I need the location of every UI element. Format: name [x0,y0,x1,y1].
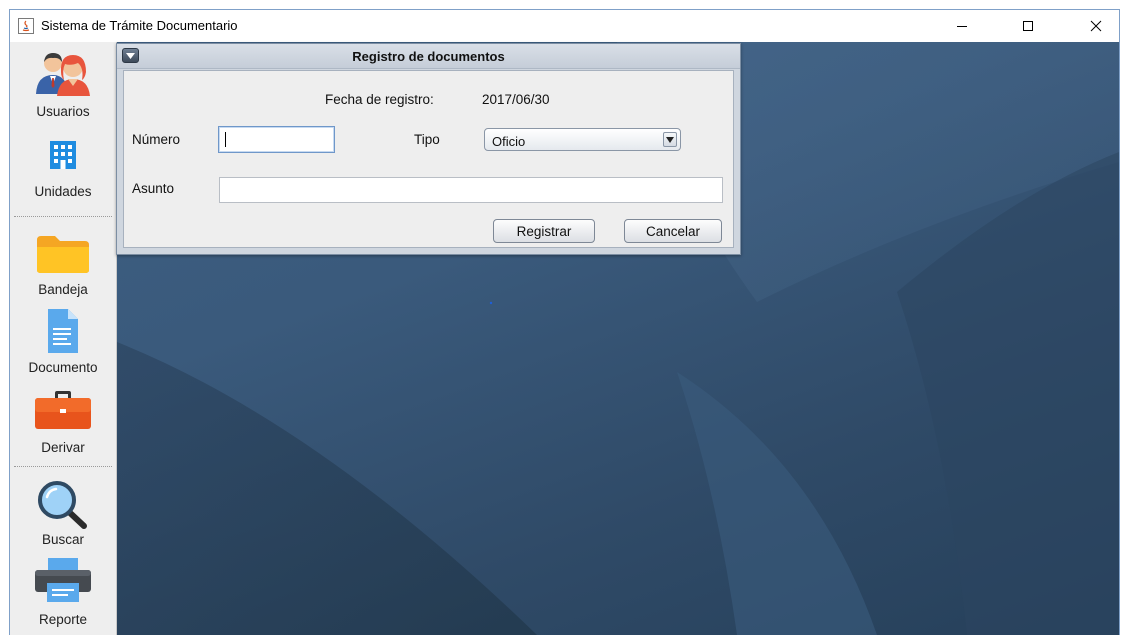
tipo-select[interactable]: Oficio [484,128,681,151]
tipo-selected-value: Oficio [492,134,526,149]
text-caret [225,132,226,147]
sidebar-label-documento: Documento [28,360,98,375]
document-icon [48,309,78,353]
sidebar-label-buscar: Buscar [41,532,85,547]
printer-icon [35,558,91,602]
sidebar-item-documento[interactable]: Documento [10,304,116,380]
minimize-button[interactable] [939,10,985,42]
asunto-label: Asunto [132,181,175,196]
minimize-icon [957,26,967,27]
java-app-icon [18,18,34,34]
triangle-down-icon [666,136,674,143]
sidebar-label-reporte: Reporte [38,612,88,627]
sidebar-separator [14,466,112,467]
asunto-input[interactable] [219,177,723,203]
title-bar[interactable]: Sistema de Trámite Documentario [10,10,1119,42]
sidebar-separator [14,216,112,217]
sidebar-item-bandeja[interactable]: Bandeja [10,224,116,298]
search-icon [38,481,87,529]
clipped-top-strip [0,0,1123,8]
maximize-button[interactable] [1005,10,1051,42]
folder-icon [37,236,89,273]
maximize-icon [1023,21,1033,31]
numero-label: Número [132,132,181,147]
close-icon [1090,20,1102,32]
sidebar-label-derivar: Derivar [41,440,85,455]
registrar-button[interactable]: Registrar [493,219,595,243]
sidebar-item-buscar[interactable]: Buscar [10,472,116,552]
registro-dialog: Registro de documentos Fecha de registro… [116,43,741,255]
sidebar-item-reporte[interactable]: Reporte [10,554,116,634]
sidebar: Usuarios Unidades Bandeja Documento Deri… [10,42,117,635]
building-icon [50,141,76,169]
sidebar-item-derivar[interactable]: Derivar [10,386,116,462]
dropdown-arrow[interactable] [663,132,677,147]
fecha-label: Fecha de registro: [325,92,434,107]
sidebar-label-usuarios: Usuarios [36,104,90,119]
dialog-title-bar[interactable]: Registro de documentos [117,44,740,69]
briefcase-icon [35,391,91,429]
users-icon [36,53,90,96]
close-button[interactable] [1073,10,1119,42]
fecha-value: 2017/06/30 [482,92,550,107]
sidebar-label-bandeja: Bandeja [38,282,88,297]
numero-input[interactable] [218,126,335,153]
dialog-title: Registro de documentos [352,49,505,64]
window-title: Sistema de Trámite Documentario [41,18,238,33]
dialog-body: Fecha de registro: 2017/06/30 Número Tip… [123,70,734,248]
cancelar-button[interactable]: Cancelar [624,219,722,243]
sidebar-label-unidades: Unidades [34,184,92,199]
tipo-label: Tipo [414,132,440,147]
sidebar-item-unidades[interactable]: Unidades [10,132,116,210]
sidebar-item-usuarios[interactable]: Usuarios [10,44,116,124]
